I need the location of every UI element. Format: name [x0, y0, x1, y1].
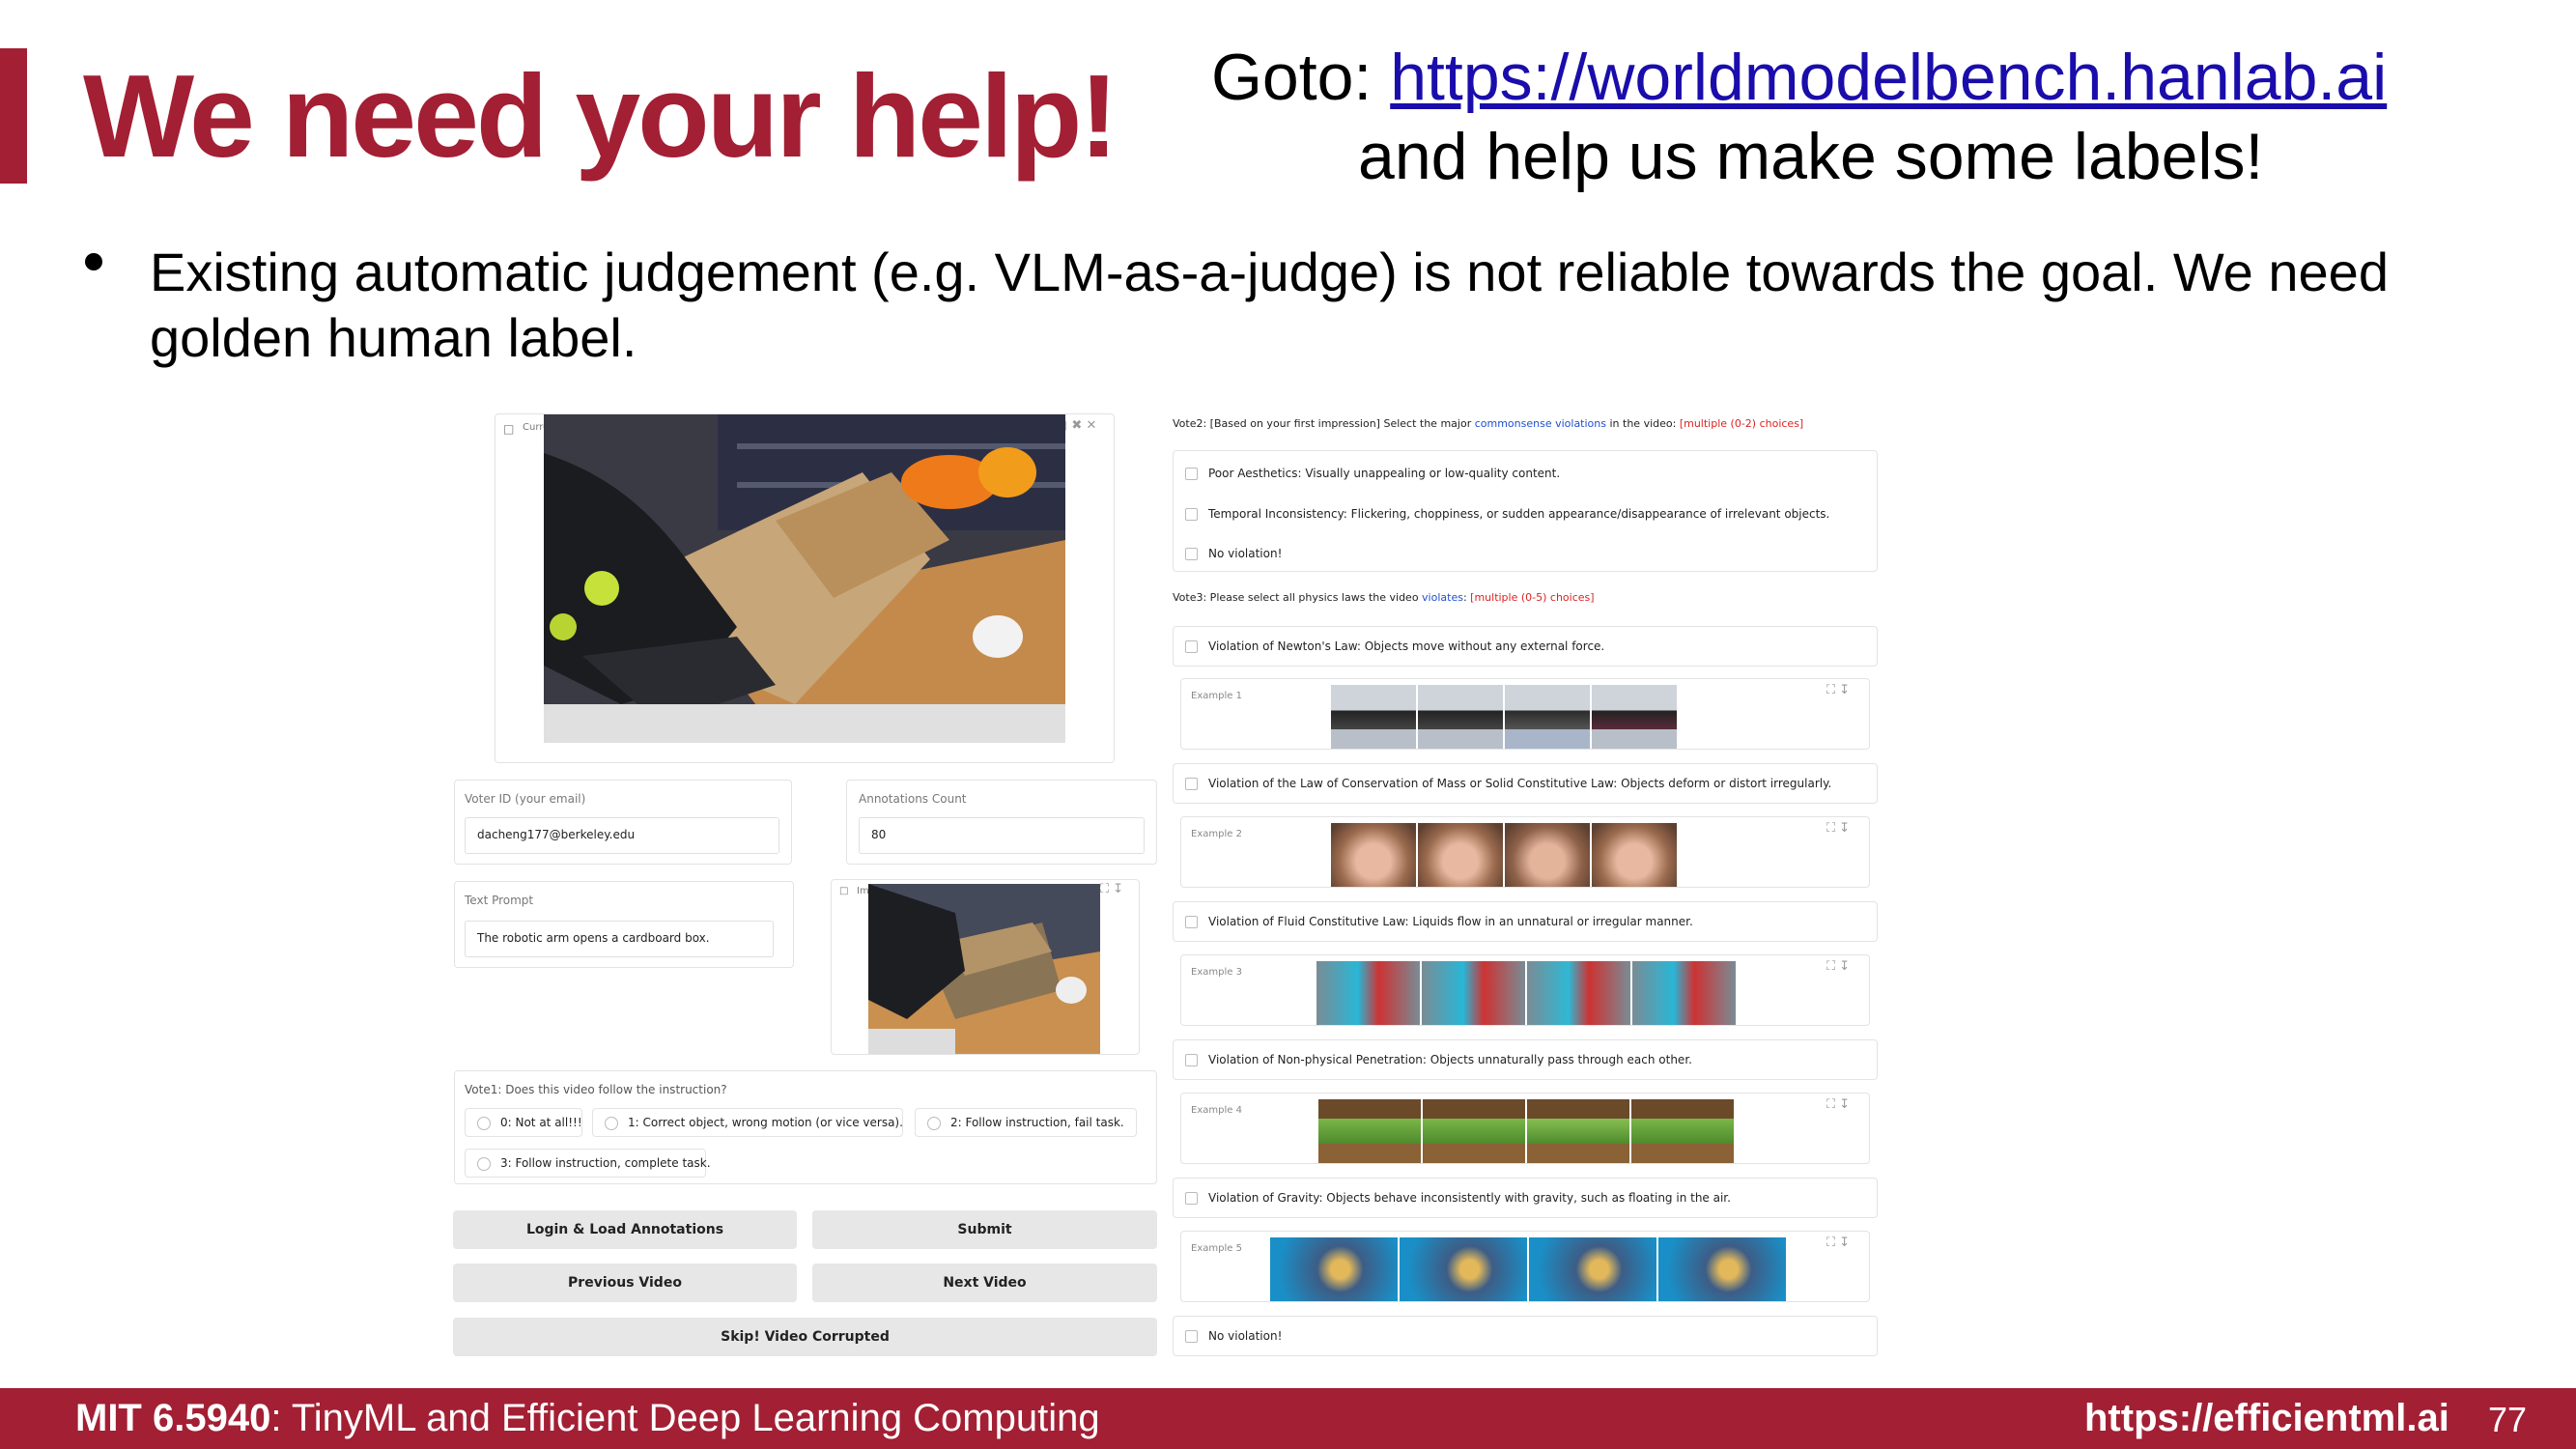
- vote1-panel: Vote1: Does this video follow the instru…: [454, 1070, 1157, 1184]
- previous-video-button[interactable]: Previous Video: [453, 1264, 797, 1302]
- example-2-panel: Example 2 ⛶ ↧: [1180, 816, 1870, 888]
- example-3-frames[interactable]: [1316, 961, 1738, 1025]
- vote2-prefix: Vote2: [Based on your first impression] …: [1173, 417, 1475, 430]
- example-4-icons[interactable]: ⛶ ↧: [1826, 1097, 1850, 1112]
- voter-id-label: Voter ID (your email): [465, 792, 586, 806]
- vote3-choice: [multiple (0-5) choices]: [1470, 591, 1595, 604]
- law-newton-checkbox[interactable]: Violation of Newton's Law: Objects move …: [1174, 638, 1604, 655]
- example-5-label: Example 5: [1191, 1243, 1242, 1254]
- annotations-count-value: 80: [859, 817, 1145, 854]
- vote1-question: Vote1: Does this video follow the instru…: [465, 1083, 727, 1096]
- example-5-icons[interactable]: ⛶ ↧: [1826, 1236, 1850, 1250]
- goto-line: Goto: https://worldmodelbench.hanlab.ai: [1211, 39, 2387, 116]
- vote2-option-aesthetics[interactable]: Poor Aesthetics: Visually unappealing or…: [1174, 465, 1560, 482]
- example-4-panel: Example 4 ⛶ ↧: [1180, 1093, 1870, 1164]
- law-fluid-row: Violation of Fluid Constitutive Law: Liq…: [1173, 901, 1878, 942]
- footer-url[interactable]: https://efficientml.ai: [2084, 1394, 2449, 1442]
- vote2-options-panel: Poor Aesthetics: Visually unappealing or…: [1173, 450, 1878, 572]
- text-prompt-panel: Text Prompt The robotic arm opens a card…: [454, 881, 794, 968]
- goto-prefix: Goto:: [1211, 41, 1391, 114]
- example-5-frames[interactable]: [1270, 1237, 1788, 1301]
- footer-course-title: : TinyML and Efficient Deep Learning Com…: [270, 1397, 1100, 1439]
- image-icon: □: [839, 886, 849, 896]
- bullet-text: Existing automatic judgement (e.g. VLM-a…: [150, 242, 2389, 368]
- vote2-question: Vote2: [Based on your first impression] …: [1173, 417, 1803, 430]
- example-3-icons[interactable]: ⛶ ↧: [1826, 959, 1850, 974]
- example-1-label: Example 1: [1191, 691, 1242, 701]
- video-icon: □: [503, 422, 515, 436]
- example-2-frames[interactable]: [1331, 823, 1679, 887]
- law-gravity-row: Violation of Gravity: Objects behave inc…: [1173, 1178, 1878, 1218]
- submit-button[interactable]: Submit: [812, 1210, 1157, 1249]
- vote2-option-temporal[interactable]: Temporal Inconsistency: Flickering, chop…: [1174, 505, 1829, 523]
- vote1-option-1[interactable]: 1: Correct object, wrong motion (or vice…: [592, 1108, 903, 1137]
- slide-title: We need your help!: [83, 50, 1118, 182]
- example-1-frames[interactable]: [1331, 685, 1679, 749]
- footer-bar: MIT 6.5940: TinyML and Efficient Deep Le…: [0, 1388, 2576, 1449]
- law-penetration-row: Violation of Non-physical Penetration: O…: [1173, 1039, 1878, 1080]
- law-fluid-checkbox[interactable]: Violation of Fluid Constitutive Law: Liq…: [1174, 913, 1693, 930]
- example-3-label: Example 3: [1191, 967, 1242, 978]
- example-2-icons[interactable]: ⛶ ↧: [1826, 821, 1850, 836]
- voter-id-input[interactable]: dacheng177@berkeley.edu: [465, 817, 779, 854]
- law-newton-row: Violation of Newton's Law: Objects move …: [1173, 626, 1878, 667]
- bullet-dot: [85, 253, 102, 270]
- text-prompt-label: Text Prompt: [465, 894, 534, 907]
- title-accent-bar: [0, 48, 27, 184]
- image-prompt-icons[interactable]: ⛶ ↧: [1100, 882, 1123, 896]
- vote1-option-0[interactable]: 0: Not at all!!!: [465, 1108, 582, 1137]
- text-prompt-value: The robotic arm opens a cardboard box.: [465, 921, 774, 957]
- vote3-prefix: Vote3: Please select all physics laws th…: [1173, 591, 1423, 604]
- law-gravity-checkbox[interactable]: Violation of Gravity: Objects behave inc…: [1174, 1189, 1731, 1207]
- example-4-label: Example 4: [1191, 1105, 1242, 1116]
- goto-link[interactable]: https://worldmodelbench.hanlab.ai: [1390, 41, 2387, 114]
- skip-corrupted-button[interactable]: Skip! Video Corrupted: [453, 1318, 1157, 1356]
- image-prompt-panel: □ Image Prompt ⛶ ↧: [831, 879, 1140, 1055]
- example-1-icons[interactable]: ⛶ ↧: [1826, 683, 1850, 697]
- vote2-option-none[interactable]: No violation!: [1174, 545, 1282, 562]
- vote1-option-2[interactable]: 2: Follow instruction, fail task.: [915, 1108, 1137, 1137]
- law-penetration-checkbox[interactable]: Violation of Non-physical Penetration: O…: [1174, 1051, 1692, 1068]
- voter-id-panel: Voter ID (your email) dacheng177@berkele…: [454, 780, 792, 865]
- vote2-choice: [multiple (0-2) choices]: [1679, 417, 1804, 430]
- law-mass-row: Violation of the Law of Conservation of …: [1173, 763, 1878, 804]
- vote2-highlight: commonsense violations: [1474, 417, 1606, 430]
- goto-line-2: and help us make some labels!: [1358, 120, 2264, 193]
- annotations-count-panel: Annotations Count 80: [846, 780, 1157, 865]
- page-number: 77: [2488, 1400, 2528, 1439]
- login-load-button[interactable]: Login & Load Annotations: [453, 1210, 797, 1249]
- current-video-panel: □ Current Video ▢ ✖ ✕: [495, 413, 1115, 763]
- footer-course-code: MIT 6.5940: [75, 1397, 271, 1439]
- vote2-middle: in the video:: [1606, 417, 1680, 430]
- footer-course: MIT 6.5940: TinyML and Efficient Deep Le…: [75, 1394, 1100, 1442]
- current-video-frame[interactable]: [544, 414, 1065, 743]
- example-2-label: Example 2: [1191, 829, 1242, 839]
- law-mass-checkbox[interactable]: Violation of the Law of Conservation of …: [1174, 775, 1831, 792]
- example-1-panel: Example 1 ⛶ ↧: [1180, 678, 1870, 750]
- example-5-panel: Example 5 ⛶ ↧: [1180, 1231, 1870, 1302]
- law-none-row: No violation!: [1173, 1316, 1878, 1356]
- vote3-highlight: violates: [1422, 591, 1463, 604]
- vote1-option-3[interactable]: 3: Follow instruction, complete task.: [465, 1149, 711, 1178]
- next-video-button[interactable]: Next Video: [812, 1264, 1157, 1302]
- slide: We need your help! Goto: https://worldmo…: [0, 0, 2576, 1449]
- image-prompt-thumbnail[interactable]: [868, 884, 1100, 1054]
- law-none-checkbox[interactable]: No violation!: [1174, 1327, 1282, 1345]
- example-3-panel: Example 3 ⛶ ↧: [1180, 954, 1870, 1026]
- annotations-count-label: Annotations Count: [859, 792, 967, 806]
- vote3-question: Vote3: Please select all physics laws th…: [1173, 591, 1595, 604]
- example-4-frames[interactable]: [1318, 1099, 1736, 1163]
